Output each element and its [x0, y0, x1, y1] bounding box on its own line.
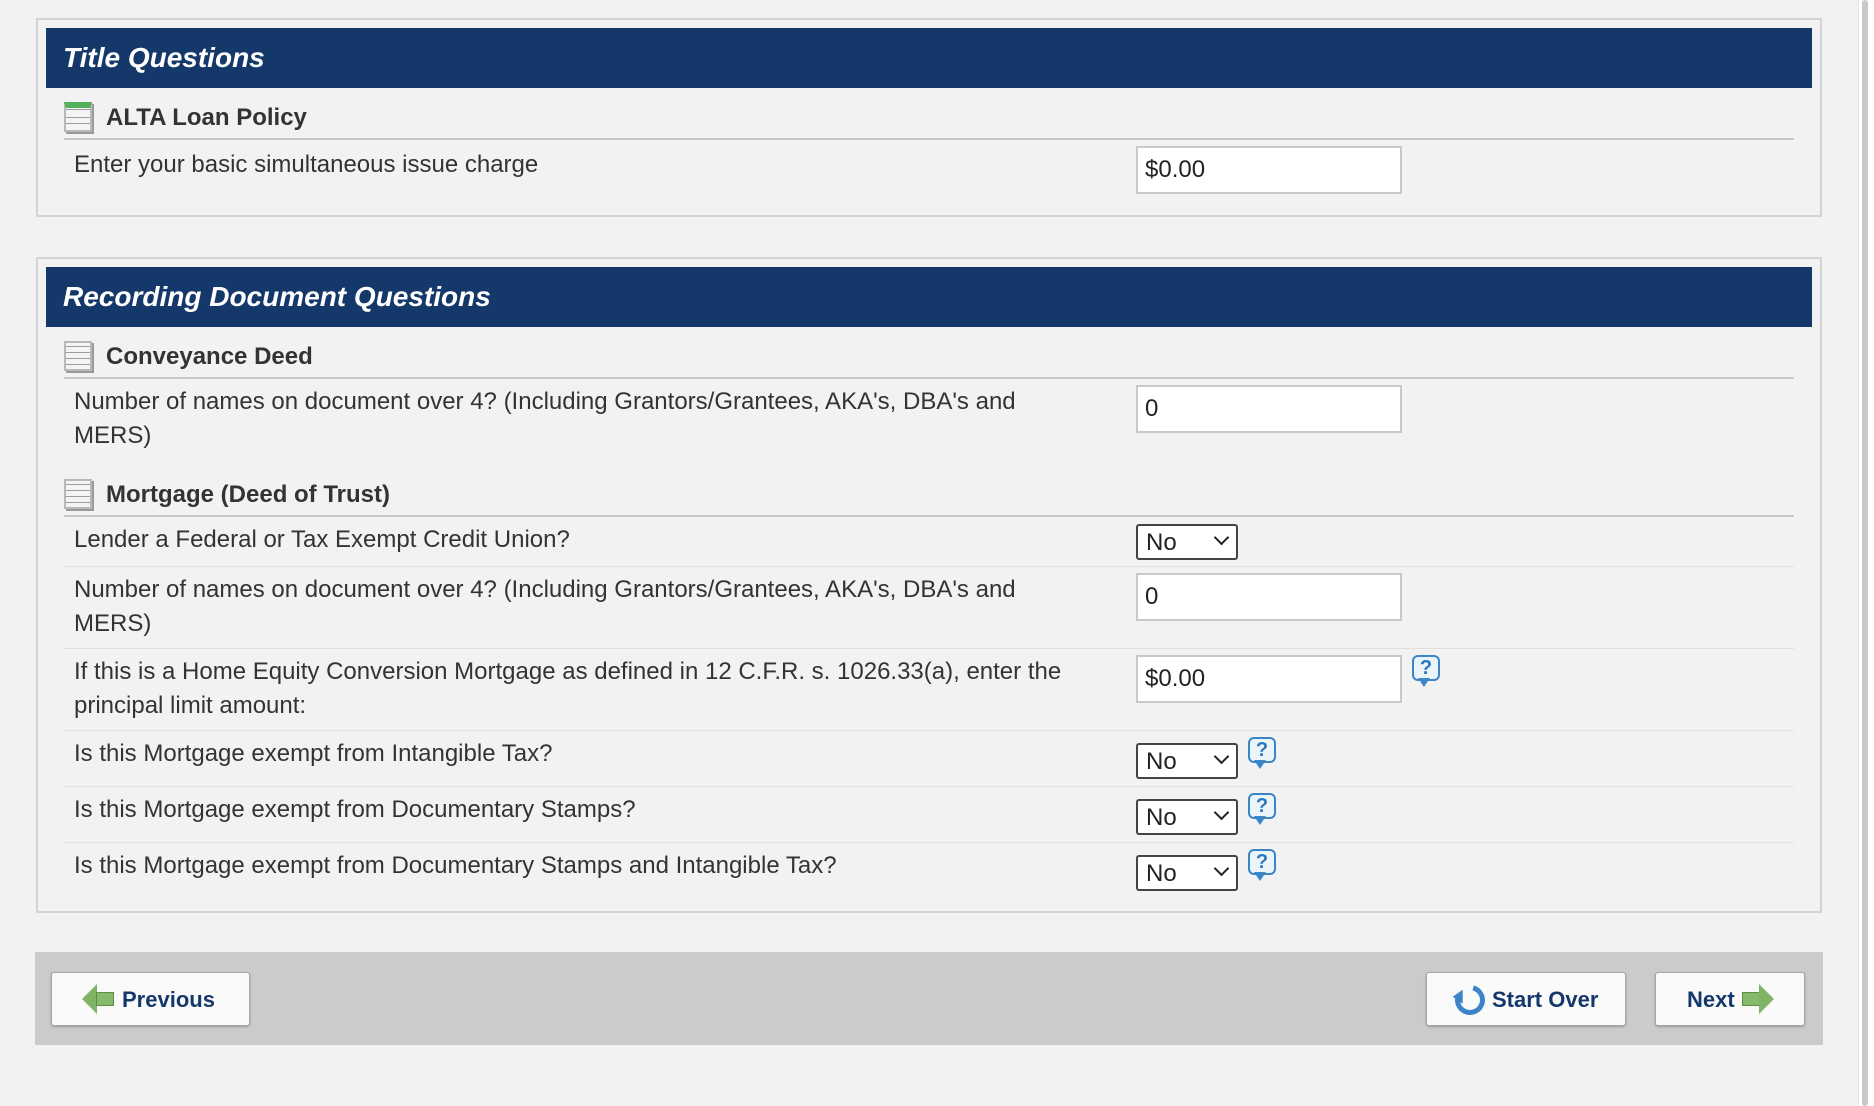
field-label: Number of names on document over 4? (Inc…	[74, 388, 1016, 449]
title-questions-panel: Title Questions ALTA Loan Policy Enter y…	[36, 18, 1822, 217]
arrow-left-icon	[82, 984, 114, 1014]
stamps-and-intangible-select[interactable]: No	[1136, 855, 1238, 891]
refresh-icon	[1449, 979, 1491, 1021]
scrollbar-thumb[interactable]	[1862, 0, 1868, 1106]
chevron-down-icon	[1213, 748, 1230, 765]
document-icon	[64, 102, 92, 132]
group-title: Conveyance Deed	[106, 343, 313, 370]
documentary-stamps-select[interactable]: No	[1136, 799, 1238, 835]
field-label: Enter your basic simultaneous issue char…	[74, 151, 539, 178]
field-label: Is this Mortgage exempt from Documentary…	[74, 796, 636, 823]
select-value: No	[1146, 804, 1177, 831]
select-value: No	[1146, 529, 1177, 556]
help-icon[interactable]: ?	[1248, 793, 1276, 825]
chevron-down-icon	[1213, 529, 1230, 546]
mortgage-names-row: Number of names on document over 4? (Inc…	[64, 567, 1794, 649]
next-button[interactable]: Next	[1655, 972, 1805, 1026]
intangible-tax-select[interactable]: No	[1136, 743, 1238, 779]
simultaneous-issue-row: Enter your basic simultaneous issue char…	[64, 140, 1794, 210]
stamps-and-intangible-row: Is this Mortgage exempt from Documentary…	[64, 843, 1794, 899]
arrow-right-icon	[1742, 984, 1774, 1014]
conveyance-names-input[interactable]	[1136, 385, 1402, 433]
mortgage-names-input[interactable]	[1136, 573, 1402, 621]
field-label: Number of names on document over 4? (Inc…	[74, 576, 1016, 637]
field-label: Is this Mortgage exempt from Documentary…	[74, 852, 837, 879]
title-questions-header: Title Questions	[46, 28, 1812, 88]
help-icon[interactable]: ?	[1248, 849, 1276, 881]
chevron-down-icon	[1213, 860, 1230, 877]
hecm-principal-row: If this is a Home Equity Conversion Mort…	[64, 649, 1794, 731]
navigation-bar: Previous Start Over Next	[35, 952, 1823, 1045]
recording-document-panel: Recording Document Questions Conveyance …	[36, 257, 1822, 913]
lender-credit-union-row: Lender a Federal or Tax Exempt Credit Un…	[64, 517, 1794, 567]
alta-loan-policy-group: ALTA Loan Policy	[64, 88, 1794, 140]
document-icon	[64, 479, 92, 509]
mortgage-group: Mortgage (Deed of Trust)	[64, 465, 1794, 517]
documentary-stamps-row: Is this Mortgage exempt from Documentary…	[64, 787, 1794, 843]
document-icon	[64, 341, 92, 371]
start-over-button[interactable]: Start Over	[1426, 972, 1626, 1026]
field-label: Is this Mortgage exempt from Intangible …	[74, 740, 553, 767]
group-title: Mortgage (Deed of Trust)	[106, 481, 391, 508]
conveyance-names-row: Number of names on document over 4? (Inc…	[64, 379, 1794, 465]
group-title: ALTA Loan Policy	[106, 104, 307, 131]
lender-credit-union-select[interactable]: No	[1136, 524, 1238, 560]
field-label: Lender a Federal or Tax Exempt Credit Un…	[74, 526, 570, 553]
recording-document-header: Recording Document Questions	[46, 267, 1812, 327]
select-value: No	[1146, 748, 1177, 775]
previous-button[interactable]: Previous	[51, 972, 250, 1026]
hecm-principal-input[interactable]	[1136, 655, 1402, 703]
help-icon[interactable]: ?	[1412, 655, 1440, 687]
field-label: If this is a Home Equity Conversion Mort…	[74, 658, 1062, 719]
simultaneous-issue-charge-input[interactable]	[1136, 146, 1402, 194]
select-value: No	[1146, 860, 1177, 887]
help-icon[interactable]: ?	[1248, 737, 1276, 769]
conveyance-deed-group: Conveyance Deed	[64, 327, 1794, 379]
intangible-tax-row: Is this Mortgage exempt from Intangible …	[64, 731, 1794, 787]
chevron-down-icon	[1213, 804, 1230, 821]
